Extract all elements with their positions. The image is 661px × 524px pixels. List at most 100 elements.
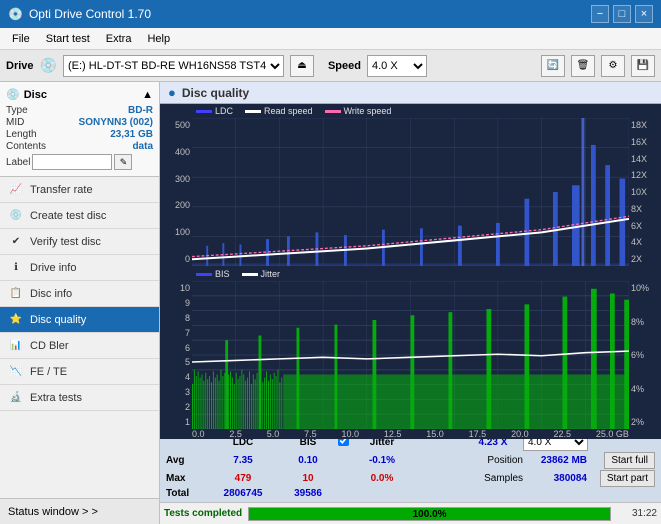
y1-400: 400 — [162, 147, 190, 157]
disc-contents-value: data — [132, 141, 153, 152]
legend-jitter-label: Jitter — [261, 269, 281, 279]
legend-bis-color — [196, 273, 212, 276]
x2-12.5: 12.5 — [384, 429, 402, 439]
menu-file[interactable]: File — [4, 31, 38, 47]
disc-mid-label: MID — [6, 117, 24, 128]
chart2-svg — [192, 281, 629, 429]
x2-25: 25.0 GB — [596, 429, 629, 439]
maximize-button[interactable]: □ — [613, 5, 631, 23]
refresh-button[interactable]: 🔄 — [541, 55, 565, 77]
sidebar: 💿 Disc ▲ Type BD-R MID SONYNN3 (002) Len… — [0, 82, 160, 524]
disc-type-row: Type BD-R — [6, 105, 153, 116]
dq-icon: ● — [168, 85, 176, 100]
y2-1: 1 — [162, 417, 190, 427]
dq-title: Disc quality — [182, 86, 249, 100]
close-button[interactable]: × — [635, 5, 653, 23]
sidebar-item-extra-tests[interactable]: 🔬 Extra tests — [0, 385, 159, 411]
legend-bis-label: BIS — [215, 269, 230, 279]
stats-total-bis: 39586 — [278, 488, 338, 499]
disc-quality-header: ● Disc quality — [160, 82, 661, 104]
chart1-container: LDC Read speed Write speed 500 — [160, 104, 661, 267]
cd-bler-icon: 📊 — [8, 338, 24, 354]
stats-max-jitter: 0.0% — [352, 473, 412, 484]
sidebar-item-verify-test[interactable]: ✔ Verify test disc — [0, 229, 159, 255]
y2-4: 4 — [162, 372, 190, 382]
y1r-2x: 2X — [631, 254, 659, 264]
sidebar-item-fe-te-label: FE / TE — [30, 366, 67, 378]
minimize-button[interactable]: − — [591, 5, 609, 23]
disc-label-input[interactable] — [32, 154, 112, 170]
stats-avg-label: Avg — [166, 455, 208, 466]
start-full-button[interactable]: Start full — [604, 452, 655, 469]
drive-select[interactable]: (E:) HL-DT-ST BD-RE WH16NS58 TST4 — [63, 55, 284, 77]
chart2-x-labels: 0.0 2.5 5.0 7.5 10.0 12.5 15.0 17.5 20.0… — [160, 429, 661, 439]
erase-button[interactable]: 🗑 — [571, 55, 595, 77]
disc-contents-row: Contents data — [6, 141, 153, 152]
y2r-2pct: 2% — [631, 417, 659, 427]
sidebar-item-disc-info[interactable]: 📋 Disc info — [0, 281, 159, 307]
disc-type-value: BD-R — [128, 105, 153, 116]
y2-7: 7 — [162, 328, 190, 338]
status-window-button[interactable]: Status window > > — [0, 498, 159, 524]
verify-test-icon: ✔ — [8, 234, 24, 250]
legend-bis: BIS — [196, 269, 230, 279]
speed-label: Speed — [328, 60, 361, 72]
stats-samples-label: Samples — [463, 473, 523, 484]
eject-button[interactable]: ⏏ — [290, 55, 314, 77]
y1-300: 300 — [162, 174, 190, 184]
stats-max-ldc: 479 — [208, 473, 278, 484]
save-button[interactable]: 💾 — [631, 55, 655, 77]
chart1-legend: LDC Read speed Write speed — [160, 104, 661, 118]
sidebar-item-create-test[interactable]: 💿 Create test disc — [0, 203, 159, 229]
y2-10: 10 — [162, 283, 190, 293]
settings-button[interactable]: ⚙ — [601, 55, 625, 77]
extra-tests-icon: 🔬 — [8, 390, 24, 406]
stats-samples-value: 380084 — [523, 473, 591, 484]
x2-0: 0.0 — [192, 429, 205, 439]
stats-max-row: Max 479 10 0.0% Samples 380084 Start par… — [166, 470, 655, 487]
y2r-10pct: 10% — [631, 283, 659, 293]
y1-100: 100 — [162, 227, 190, 237]
sidebar-item-cd-bler-label: CD Bler — [30, 340, 69, 352]
y2-5: 5 — [162, 357, 190, 367]
legend-write-speed: Write speed — [325, 106, 392, 116]
speed-select[interactable]: 4.0 X — [367, 55, 427, 77]
sidebar-item-drive-info[interactable]: ℹ Drive info — [0, 255, 159, 281]
chart2-legend: BIS Jitter — [160, 267, 661, 281]
disc-length-row: Length 23,31 GB — [6, 129, 153, 140]
chart2-container: BIS Jitter 10 9 8 7 6 — [160, 267, 661, 429]
sidebar-item-transfer-rate[interactable]: 📈 Transfer rate — [0, 177, 159, 203]
stats-position-value: 23862 MB — [523, 455, 591, 466]
y1r-6x: 6X — [631, 221, 659, 231]
sidebar-menu: 📈 Transfer rate 💿 Create test disc ✔ Ver… — [0, 177, 159, 498]
sidebar-item-disc-quality[interactable]: ⭐ Disc quality — [0, 307, 159, 333]
menu-extra[interactable]: Extra — [98, 31, 140, 47]
disc-length-value: 23,31 GB — [110, 129, 153, 140]
drive-icon: 💿 — [40, 57, 57, 74]
stats-btn-part-wrapper: Start part — [591, 470, 655, 487]
legend-jitter-color — [242, 273, 258, 276]
stats-avg-jitter: -0.1% — [352, 455, 412, 466]
menu-help[interactable]: Help — [139, 31, 178, 47]
menubar: File Start test Extra Help — [0, 28, 661, 50]
stats-position-label: Position — [463, 455, 523, 466]
disc-panel-expand[interactable]: ▲ — [142, 89, 153, 101]
x2-20: 20.0 — [511, 429, 529, 439]
y1r-10x: 10X — [631, 187, 659, 197]
y2r-4pct: 4% — [631, 384, 659, 394]
label-edit-button[interactable]: ✎ — [114, 154, 132, 170]
app-icon: 💿 — [8, 7, 23, 21]
y1-0: 0 — [162, 254, 190, 264]
stats-data-area: Avg 7.35 0.10 -0.1% Position 23862 MB St… — [166, 452, 655, 499]
sidebar-item-fe-te[interactable]: 📉 FE / TE — [0, 359, 159, 385]
start-part-button[interactable]: Start part — [600, 470, 655, 487]
menu-start-test[interactable]: Start test — [38, 31, 98, 47]
disc-label-row: Label ✎ — [6, 154, 153, 170]
y2-6: 6 — [162, 343, 190, 353]
sidebar-item-create-test-label: Create test disc — [30, 210, 106, 222]
charts-area: LDC Read speed Write speed 500 — [160, 104, 661, 502]
x2-22.5: 22.5 — [553, 429, 571, 439]
y1-500: 500 — [162, 120, 190, 130]
sidebar-item-cd-bler[interactable]: 📊 CD Bler — [0, 333, 159, 359]
content-area: ● Disc quality LDC Read speed — [160, 82, 661, 524]
